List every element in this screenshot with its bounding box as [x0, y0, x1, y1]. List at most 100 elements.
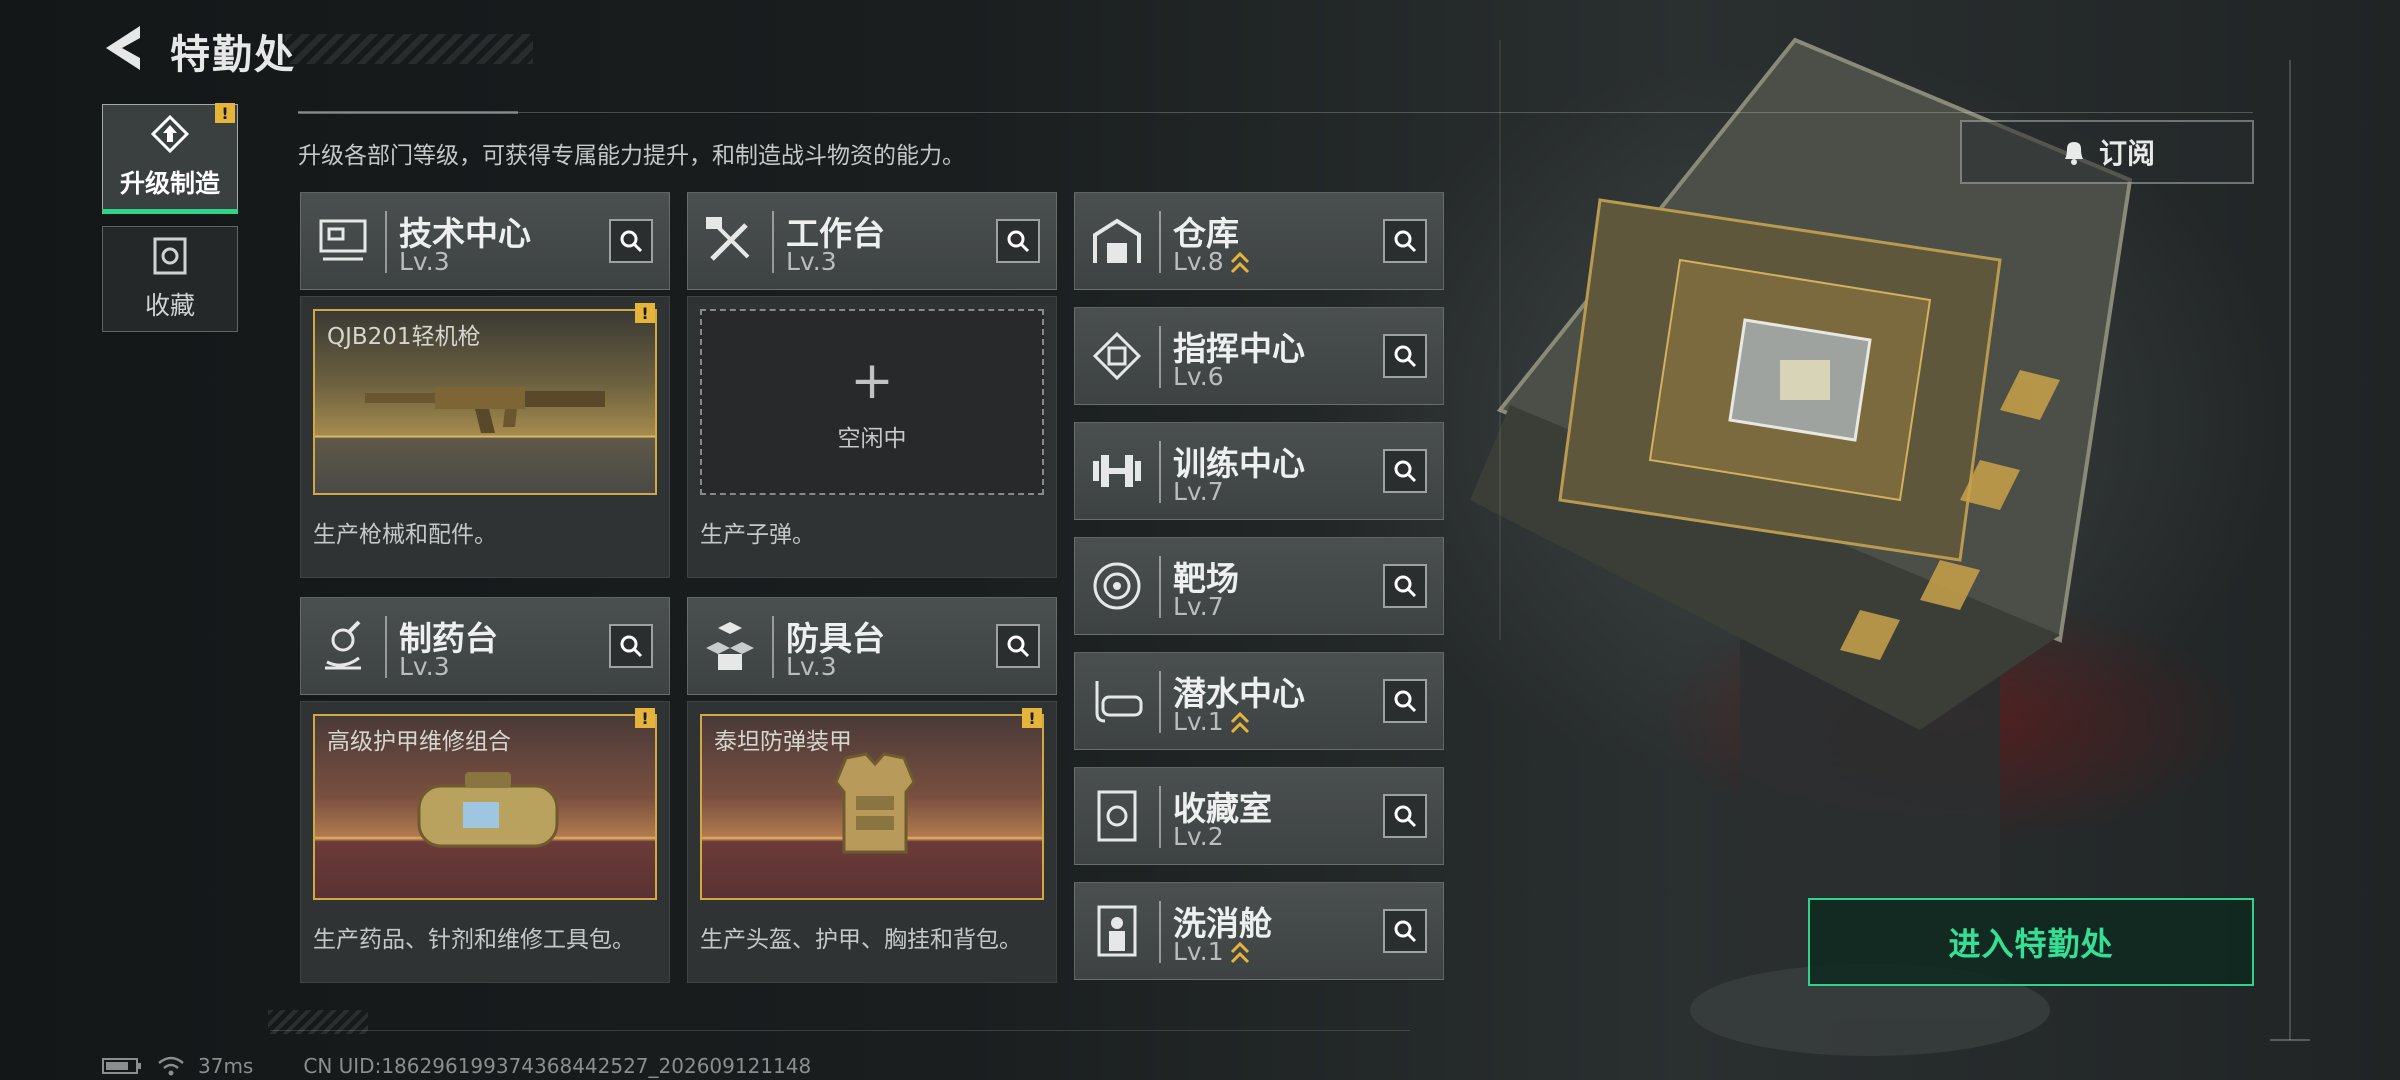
header-divider-line	[385, 211, 387, 273]
facility-level: Lv.7	[1173, 477, 1224, 506]
idle-status: 空闲中	[837, 426, 907, 452]
back-button[interactable]	[100, 22, 150, 74]
tab-upgrade-craft[interactable]: 升级制造 !	[102, 103, 238, 214]
search-icon	[1394, 460, 1417, 483]
facility-level: Lv.8	[1173, 247, 1250, 276]
header-divider-line	[1159, 326, 1161, 388]
search-button[interactable]	[609, 219, 653, 263]
search-icon	[1394, 690, 1417, 713]
upgrade-craft-icon	[150, 114, 190, 154]
search-button[interactable]	[996, 624, 1040, 668]
search-button[interactable]	[1383, 334, 1427, 378]
tab-collection-label: 收藏	[144, 291, 195, 320]
search-button[interactable]	[1383, 794, 1427, 838]
production-card-tech-center[interactable]: QJB201轻机枪 ! 生产枪械和配件。	[300, 296, 670, 578]
status-bar: 37ms CN UID:1862961993743684425​27_20260…	[102, 1054, 811, 1078]
facility-level: Lv.7	[1173, 592, 1224, 621]
facility-decon-chamber[interactable]: 洗消舱 Lv.1	[1074, 882, 1444, 980]
station-description: 生产药品、针剂和维修工具包。	[313, 927, 635, 953]
header-divider	[298, 112, 2253, 113]
tab-upgrade-craft-label: 升级制造	[119, 169, 220, 198]
header-divider-accent	[298, 111, 518, 114]
search-button[interactable]	[1383, 449, 1427, 493]
diving-mask-icon	[1095, 681, 1143, 723]
facility-shooting-range[interactable]: 靶场 Lv.7	[1074, 537, 1444, 635]
production-item-name: QJB201轻机枪	[327, 324, 481, 350]
warehouse-icon	[1093, 218, 1141, 263]
tools-icon	[706, 217, 750, 261]
header-divider-line	[772, 211, 774, 273]
page-description: 升级各部门等级，可获得专属能力提升，和制造战斗物资的能力。	[298, 143, 965, 169]
enter-special-ops-label: 进入特勤处	[1948, 925, 2114, 963]
header-divider-line	[1159, 786, 1161, 848]
facility-level: Lv.6	[1173, 362, 1224, 391]
search-button[interactable]	[1383, 564, 1427, 608]
station-level: Lv.3	[786, 247, 837, 276]
microscope-icon	[325, 620, 361, 670]
search-button[interactable]	[609, 624, 653, 668]
station-header-tech-center[interactable]: 技术中心 Lv.3	[300, 192, 670, 290]
alert-badge: !	[635, 303, 655, 323]
page-title: 特勤处	[170, 32, 296, 78]
header-divider-line	[1159, 671, 1161, 733]
tab-collection[interactable]: 收藏	[102, 226, 238, 332]
facility-warehouse[interactable]: 仓库 Lv.8	[1074, 192, 1444, 290]
monitor-icon	[319, 219, 367, 261]
station-header-pharmacy[interactable]: 制药台 Lv.3	[300, 597, 670, 695]
header-divider-line	[1159, 211, 1161, 273]
machine-gun-image	[365, 387, 605, 433]
battery-icon	[102, 1058, 141, 1074]
facility-level: Lv.1	[1173, 937, 1250, 966]
search-button[interactable]	[1383, 219, 1427, 263]
add-icon: +	[850, 351, 894, 411]
search-icon	[1394, 230, 1417, 253]
station-description: 生产子弹。	[700, 522, 815, 548]
facility-command-center[interactable]: 指挥中心 Lv.6	[1074, 307, 1444, 405]
search-icon	[620, 230, 643, 253]
facility-training-center[interactable]: 训练中心 Lv.7	[1074, 422, 1444, 520]
production-card-pharmacy[interactable]: 高级护甲维修组合 ! 生产药品、针剂和维修工具包。	[300, 701, 670, 983]
enter-special-ops-button[interactable]: 进入特勤处	[1808, 898, 2254, 986]
collection-icon	[153, 237, 187, 275]
alert-badge: !	[1022, 708, 1042, 728]
alert-badge: !	[635, 708, 655, 728]
production-slot-idle[interactable]: + 空闲中	[700, 309, 1044, 495]
alert-badge: !	[215, 103, 235, 123]
search-icon	[1394, 575, 1417, 598]
armor-blocks-icon	[706, 622, 754, 670]
target-icon	[1093, 562, 1141, 610]
body-armor-image	[834, 752, 916, 854]
subscribe-button[interactable]: 订阅	[1960, 120, 2254, 184]
collection-room-icon	[1097, 790, 1137, 842]
production-slot[interactable]: 泰坦防弹装甲 !	[700, 708, 1044, 900]
station-level: Lv.3	[786, 652, 837, 681]
search-icon	[620, 635, 643, 658]
search-button[interactable]	[996, 219, 1040, 263]
station-header-workbench[interactable]: 工作台 Lv.3	[687, 192, 1057, 290]
search-button[interactable]	[1383, 909, 1427, 953]
production-card-armor-bench[interactable]: 泰坦防弹装甲 ! 生产头盔、护甲、胸挂和背包。	[687, 701, 1057, 983]
station-header-armor-bench[interactable]: 防具台 Lv.3	[687, 597, 1057, 695]
search-icon	[1394, 920, 1417, 943]
search-icon	[1007, 635, 1030, 658]
production-item-name: 泰坦防弹装甲	[714, 729, 852, 755]
subscribe-label: 订阅	[2098, 137, 2155, 170]
header-divider-line	[1159, 901, 1161, 963]
production-slot[interactable]: 高级护甲维修组合 !	[313, 708, 657, 900]
bottom-divider	[270, 1030, 1410, 1031]
facility-level: Lv.1	[1173, 707, 1250, 736]
station-description: 生产枪械和配件。	[313, 522, 497, 548]
repair-kit-image	[417, 772, 559, 848]
facility-collection-room[interactable]: 收藏室 Lv.2	[1074, 767, 1444, 865]
station-level: Lv.3	[399, 652, 450, 681]
search-button[interactable]	[1383, 679, 1427, 723]
header-divider-line	[772, 616, 774, 678]
facility-diving-center[interactable]: 潜水中心 Lv.1	[1074, 652, 1444, 750]
user-uid: CN UID:1862961993743684425​27_2026091211…	[303, 1054, 812, 1078]
production-card-workbench[interactable]: + 空闲中 生产子弹。	[687, 296, 1057, 578]
production-item-name: 高级护甲维修组合	[327, 729, 511, 755]
station-level: Lv.3	[399, 247, 450, 276]
title-decoration	[285, 34, 533, 64]
network-ping: 37ms	[198, 1054, 254, 1078]
production-slot[interactable]: QJB201轻机枪 !	[313, 303, 657, 495]
